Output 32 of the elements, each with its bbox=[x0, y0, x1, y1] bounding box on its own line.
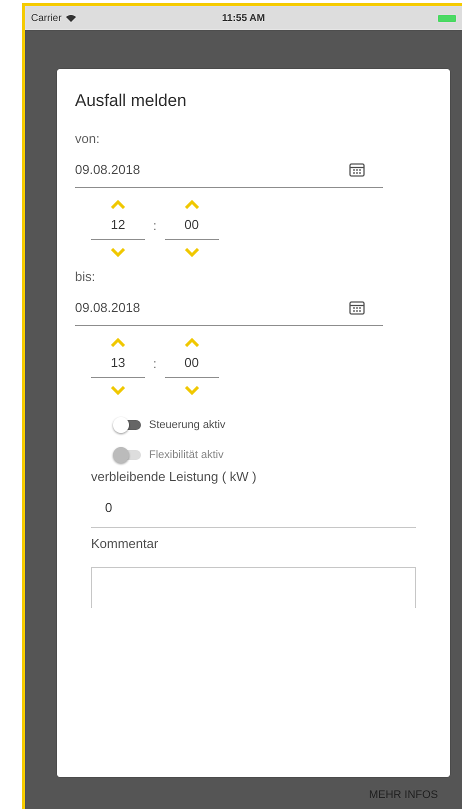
wifi-icon bbox=[66, 14, 76, 22]
status-time: 11:55 AM bbox=[222, 12, 265, 24]
chevron-down-icon[interactable] bbox=[184, 386, 199, 395]
calendar-icon[interactable] bbox=[349, 300, 365, 314]
chevron-down-icon[interactable] bbox=[111, 248, 125, 257]
chevron-up-icon[interactable] bbox=[184, 200, 199, 209]
chevron-down-icon[interactable] bbox=[111, 386, 125, 395]
date-field[interactable]: 09.08.2018 bbox=[75, 162, 383, 188]
power-input[interactable]: 0 bbox=[91, 500, 416, 528]
comment-field[interactable] bbox=[91, 567, 416, 608]
calendar-icon[interactable] bbox=[349, 162, 365, 176]
carrier-label: Carrier bbox=[31, 12, 62, 24]
comment-label: Kommentar bbox=[91, 536, 160, 551]
toggle-switch[interactable] bbox=[115, 420, 141, 430]
chevron-up-icon[interactable] bbox=[111, 200, 125, 209]
toggle-label: Steuerung aktiv bbox=[149, 419, 226, 431]
chevron-up-icon[interactable] bbox=[111, 338, 125, 347]
hour-field[interactable]: 13 bbox=[91, 355, 145, 378]
hour-field[interactable]: 12 bbox=[91, 217, 145, 240]
minute-field[interactable]: 00 bbox=[164, 217, 219, 240]
chevron-down-icon[interactable] bbox=[184, 248, 199, 257]
dialog-title: Ausfall melden bbox=[75, 91, 188, 111]
chevron-up-icon[interactable] bbox=[184, 338, 199, 347]
field-label: bis: bbox=[75, 269, 96, 284]
time-separator: : bbox=[153, 218, 157, 234]
battery-icon bbox=[438, 14, 456, 22]
time-separator: : bbox=[153, 356, 157, 372]
power-label: verbleibende Leistung ( kW ) bbox=[91, 469, 258, 484]
toggle-label: Flexibilität aktiv bbox=[149, 449, 224, 461]
field-label: von: bbox=[75, 131, 101, 146]
date-field[interactable]: 09.08.2018 bbox=[75, 300, 383, 326]
minute-field[interactable]: 00 bbox=[164, 355, 219, 378]
